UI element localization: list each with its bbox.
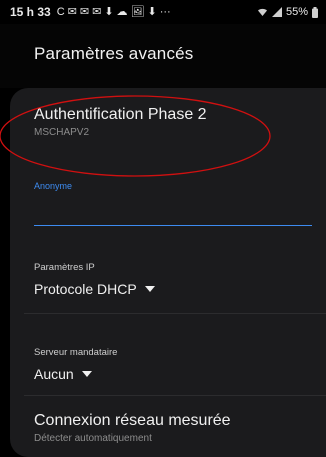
cloud-icon: ☁	[116, 5, 128, 18]
page-title: Paramètres avancés	[34, 44, 194, 63]
anonymous-input-underline[interactable]	[34, 225, 312, 226]
download-icon: ⬇	[104, 5, 114, 18]
mail-icon: ✉	[92, 5, 102, 18]
metered-connection-title: Connexion réseau mesurée	[34, 412, 231, 429]
notification-icon: C	[56, 5, 65, 18]
anonymous-identity-field[interactable]: Anonyme	[34, 181, 314, 191]
status-time: 15 h 33	[10, 5, 51, 19]
download-icon: ⬇	[147, 5, 157, 18]
image-icon: 🖼	[130, 5, 145, 18]
phase2-auth-value: MSCHAPV2	[34, 127, 90, 138]
mail-icon: ✉	[79, 5, 90, 18]
more-notifications-icon: ···	[159, 5, 171, 18]
ip-settings-label: Paramètres IP	[34, 262, 95, 273]
battery-icon	[312, 6, 318, 18]
ip-settings-selected: Protocole DHCP	[34, 281, 314, 297]
metered-connection-setting[interactable]: Connexion réseau mesurée Détecter automa…	[34, 412, 314, 444]
proxy-dropdown[interactable]: Serveur mandataire Aucun	[34, 347, 314, 382]
proxy-value: Aucun	[34, 366, 74, 382]
wifi-icon	[257, 8, 267, 16]
mail-icon: ✉	[67, 5, 77, 18]
phase2-auth-title: Authentification Phase 2	[34, 106, 207, 123]
metered-connection-value: Détecter automatiquement	[34, 433, 152, 444]
ip-settings-value: Protocole DHCP	[34, 281, 137, 297]
caret-down-icon	[81, 371, 92, 377]
proxy-selected: Aucun	[34, 366, 314, 382]
phase2-auth-setting[interactable]: Authentification Phase 2 MSCHAPV2	[34, 106, 314, 138]
signal-icon	[271, 7, 282, 17]
proxy-label: Serveur mandataire	[34, 347, 118, 358]
divider	[24, 395, 326, 396]
app-header: Paramètres avancés	[0, 24, 326, 88]
battery-percentage: 55%	[285, 6, 308, 18]
anonymous-identity-label: Anonyme	[34, 181, 73, 191]
status-bar: 15 h 33 C ✉ ✉ ✉ ⬇ ☁ 🖼 ⬇ ··· 55%	[0, 0, 326, 24]
notification-icons: C ✉ ✉ ✉ ⬇ ☁ 🖼 ⬇ ···	[56, 5, 171, 18]
caret-down-icon	[144, 286, 155, 292]
status-right: 55%	[257, 6, 318, 18]
settings-panel: Authentification Phase 2 MSCHAPV2 Anonym…	[10, 88, 326, 457]
ip-settings-dropdown[interactable]: Paramètres IP Protocole DHCP	[34, 262, 314, 297]
divider	[24, 313, 326, 314]
